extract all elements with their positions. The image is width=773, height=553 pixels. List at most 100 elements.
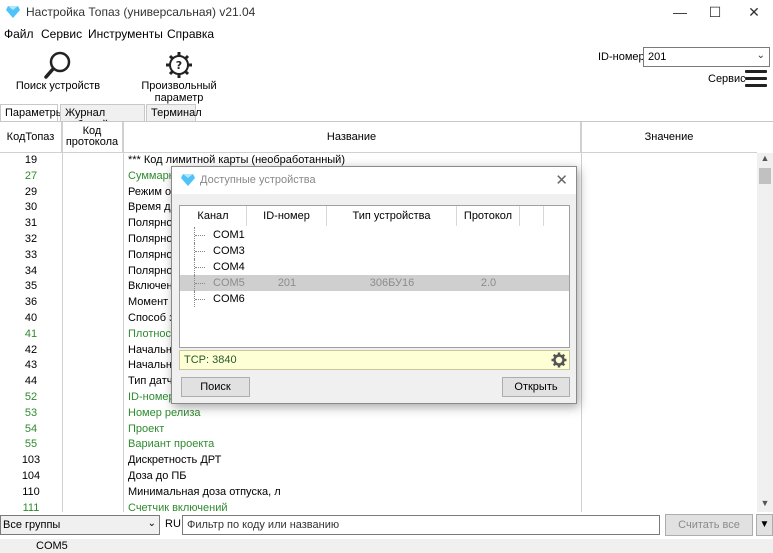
row-code: 19 [24,154,38,166]
groups-select[interactable]: Все группы ⌄ [0,515,160,535]
row-code: 36 [24,296,38,309]
close-button[interactable]: ✕ [736,0,772,24]
row-name: Номер релиза [128,406,201,419]
col-id[interactable]: ID-номер [247,206,327,226]
filter-input[interactable]: Фильтр по коду или названию [182,515,660,535]
dialog-close-icon[interactable]: ✕ [555,171,568,189]
row-name: Доза до ПБ [128,469,187,482]
table-row[interactable]: 53 Номер релиза [0,406,757,422]
col-extra [520,206,544,226]
row-code: 52 [24,390,38,403]
row-code: 27 [24,169,38,182]
menu-service[interactable]: Сервис [41,27,82,41]
row-code: 53 [24,406,38,419]
menu-file[interactable]: Файл [4,27,34,41]
table-row[interactable]: 54 Проект [0,422,757,438]
grid-scrollbar[interactable]: ▲ ▼ [757,153,773,512]
dialog-title: Доступные устройства [200,174,316,186]
device-channel: COM3 [213,245,245,257]
open-button[interactable]: Открыть [502,377,570,397]
status-port: COM5 [36,540,68,552]
id-number-label: ID-номер [598,51,645,63]
row-name: *** Код лимитной карты (необработанный) [128,154,345,166]
menu-help[interactable]: Справка [167,27,214,41]
device-row[interactable]: COM3 [180,243,569,259]
row-code: 32 [24,232,38,245]
row-code: 41 [24,327,38,340]
row-code: 42 [24,343,38,356]
chevron-down-icon: ⌄ [756,50,765,61]
col-channel[interactable]: Канал [180,206,247,226]
device-channel: COM6 [213,293,245,305]
tab-event-log[interactable]: Журнал событий [60,104,145,131]
table-row[interactable]: 103 Дискретность ДРТ [0,453,757,469]
row-name: Счетчик включений [128,501,228,512]
gear-icon[interactable] [551,352,567,368]
service-label: Сервис [708,73,746,85]
tree-connector [194,227,208,243]
diamond-app-icon [6,6,20,21]
row-code: 30 [24,201,38,214]
device-id: 201 [277,277,297,289]
device-channel: COM4 [213,261,245,273]
read-all-dropdown-icon[interactable]: ▼ [756,514,773,536]
scroll-down-icon[interactable]: ▼ [757,498,773,512]
read-all-button[interactable]: Считать все [665,514,753,536]
window-title: Настройка Топаз (универсальная) v21.04 [26,5,256,19]
device-row[interactable]: COM5 201 306БУ16 2.0 [180,275,569,291]
dialog-title-bar: Доступные устройства ✕ [172,167,576,194]
magnifier-icon [44,51,71,79]
custom-parameter-button[interactable]: ? Произвольный параметр [120,50,238,104]
groups-value: Все группы [3,519,61,531]
row-code: 34 [24,264,38,277]
row-code: 35 [24,280,38,293]
header-name[interactable]: Название [123,122,581,153]
available-devices-dialog: Доступные устройства ✕ Канал ID-номер Ти… [171,166,577,404]
hamburger-menu-icon[interactable] [745,70,767,88]
device-row[interactable]: COM4 [180,259,569,275]
row-code: 40 [24,311,38,324]
search-devices-button[interactable]: Поиск устройств [14,50,102,92]
grid-header: КодТопаз Код протокола Название Значение [0,122,757,153]
search-devices-label: Поиск устройств [15,80,101,92]
id-number-select[interactable]: 201 ⌄ [643,47,770,67]
tree-connector [194,243,208,259]
table-row[interactable]: 104 Доза до ПБ [0,469,757,485]
row-code: 29 [24,185,38,198]
tab-parameters[interactable]: Параметры [0,104,64,122]
row-code: 43 [24,359,38,372]
device-type: 306БУ16 [369,277,415,289]
device-row[interactable]: COM6 [180,291,569,307]
row-name: Дискретность ДРТ [128,454,222,467]
scroll-thumb[interactable] [759,168,771,184]
tcp-field[interactable]: TCP: 3840 [179,350,570,370]
header-protocol-code[interactable]: Код протокола [62,122,123,153]
maximize-button[interactable]: ☐ [697,0,733,24]
title-bar: Настройка Топаз (универсальная) v21.04 —… [0,0,773,24]
row-code: 31 [24,217,38,230]
row-code: 104 [21,469,41,482]
row-code: 55 [24,438,38,451]
status-bar: COM5 [0,539,773,553]
language-indicator: RU [165,518,181,530]
table-row[interactable]: 55 Вариант проекта [0,437,757,453]
devices-table: Канал ID-номер Тип устройства Протокол C… [179,205,570,348]
row-name: Вариант проекта [128,438,215,451]
tab-terminal[interactable]: Терминал [146,104,202,122]
tcp-label: TCP: 3840 [184,354,237,366]
row-name: ID-номер [128,390,175,403]
row-code: 44 [24,375,38,388]
table-row[interactable]: 110 Минимальная доза отпуска, л [0,485,757,501]
col-protocol[interactable]: Протокол [457,206,520,226]
table-row[interactable]: 111 Счетчик включений [0,501,757,512]
menu-tools[interactable]: Инструменты [88,27,163,41]
scroll-up-icon[interactable]: ▲ [757,153,773,167]
minimize-button[interactable]: — [662,0,698,24]
tree-connector [194,275,208,291]
header-value[interactable]: Значение [581,122,757,153]
diamond-app-icon [181,174,195,189]
col-device-type[interactable]: Тип устройства [327,206,457,226]
header-code[interactable]: КодТопаз [0,122,62,153]
device-row[interactable]: COM1 [180,227,569,243]
search-button[interactable]: Поиск [181,377,250,397]
